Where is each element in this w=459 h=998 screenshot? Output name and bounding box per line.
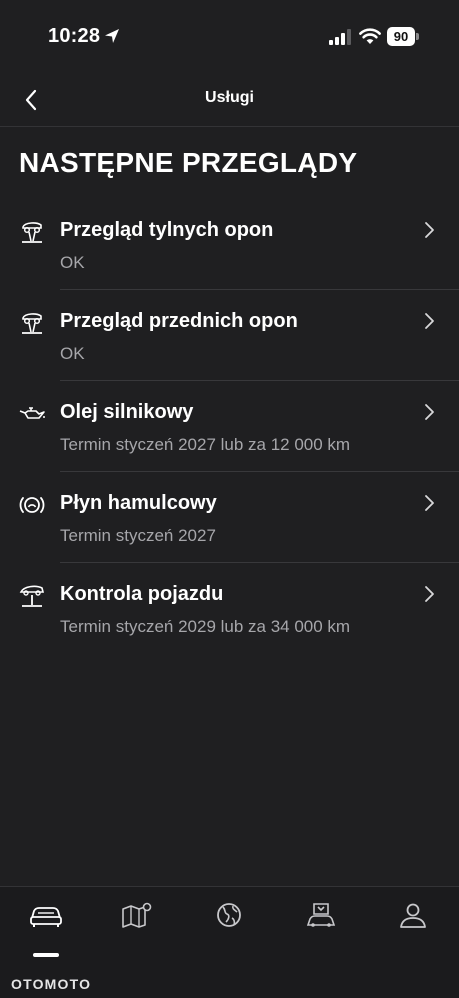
battery-level: 90: [387, 27, 415, 46]
app-screen: 10:28 90 Usługi NASTĘPNE PRZEGLĄDY Przeg…: [0, 0, 459, 998]
service-title: Olej silnikowy: [60, 401, 194, 423]
battery-indicator: 90: [387, 27, 419, 46]
chevron-right-icon: [425, 313, 434, 329]
car-lift-icon: [19, 585, 45, 607]
tab-vehicle[interactable]: [16, 901, 76, 957]
tab-world[interactable]: [199, 901, 259, 941]
service-title: Kontrola pojazdu: [60, 583, 224, 605]
service-due-date: Termin styczeń 2029 lub za 34 000 km: [60, 617, 351, 636]
service-status: OK: [60, 344, 85, 363]
tire-lift-icon: [22, 222, 42, 243]
battery-tip: [416, 33, 419, 40]
service-item-front-tires[interactable]: Przegląd przednich opon OK: [0, 290, 459, 381]
car-icon: [30, 907, 62, 927]
tire-lift-icon: [22, 313, 42, 334]
service-title: Przegląd tylnych opon: [60, 219, 274, 241]
globe-icon: [217, 903, 241, 927]
watermark-logo: OTOMOTO: [11, 976, 92, 992]
service-title: Płyn hamulcowy: [60, 492, 217, 514]
tab-profile[interactable]: [383, 901, 443, 941]
chevron-right-icon: [425, 586, 434, 602]
service-item-rear-tires[interactable]: Przegląd tylnych opon OK: [0, 199, 459, 290]
page-title: Usługi: [205, 89, 254, 106]
service-title: Przegląd przednich opon: [60, 310, 298, 332]
tab-map[interactable]: [107, 901, 167, 941]
service-item-engine-oil[interactable]: Olej silnikowy Termin styczeń 2027 lub z…: [0, 381, 459, 472]
nav-header: Usługi: [0, 74, 459, 127]
status-bar: 10:28 90: [0, 0, 459, 74]
cellular-signal-icon: [329, 29, 351, 45]
section-title: NASTĘPNE PRZEGLĄDY: [19, 147, 358, 178]
service-due-date: Termin styczeń 2027 lub za 12 000 km: [60, 435, 351, 454]
tab-service[interactable]: [291, 901, 351, 941]
map-pin-icon: [122, 902, 152, 928]
car-service-icon: [306, 903, 336, 927]
service-status: OK: [60, 253, 85, 272]
chevron-right-icon: [425, 222, 434, 238]
service-item-vehicle-check[interactable]: Kontrola pojazdu Termin styczeń 2029 lub…: [0, 563, 459, 654]
oil-can-icon: [19, 407, 45, 419]
service-due-date: Termin styczeń 2027: [60, 526, 216, 545]
wifi-icon: [359, 28, 381, 44]
location-arrow-icon: [105, 29, 119, 43]
profile-icon: [400, 903, 426, 928]
active-tab-indicator: [33, 953, 59, 957]
chevron-right-icon: [425, 404, 434, 420]
brake-warning-icon: [19, 497, 45, 513]
chevron-right-icon: [425, 495, 434, 511]
service-item-brake-fluid[interactable]: Płyn hamulcowy Termin styczeń 2027: [0, 472, 459, 563]
status-time: 10:28: [48, 25, 101, 47]
service-list: Przegląd tylnych opon OK Przegląd przedn…: [0, 199, 459, 654]
